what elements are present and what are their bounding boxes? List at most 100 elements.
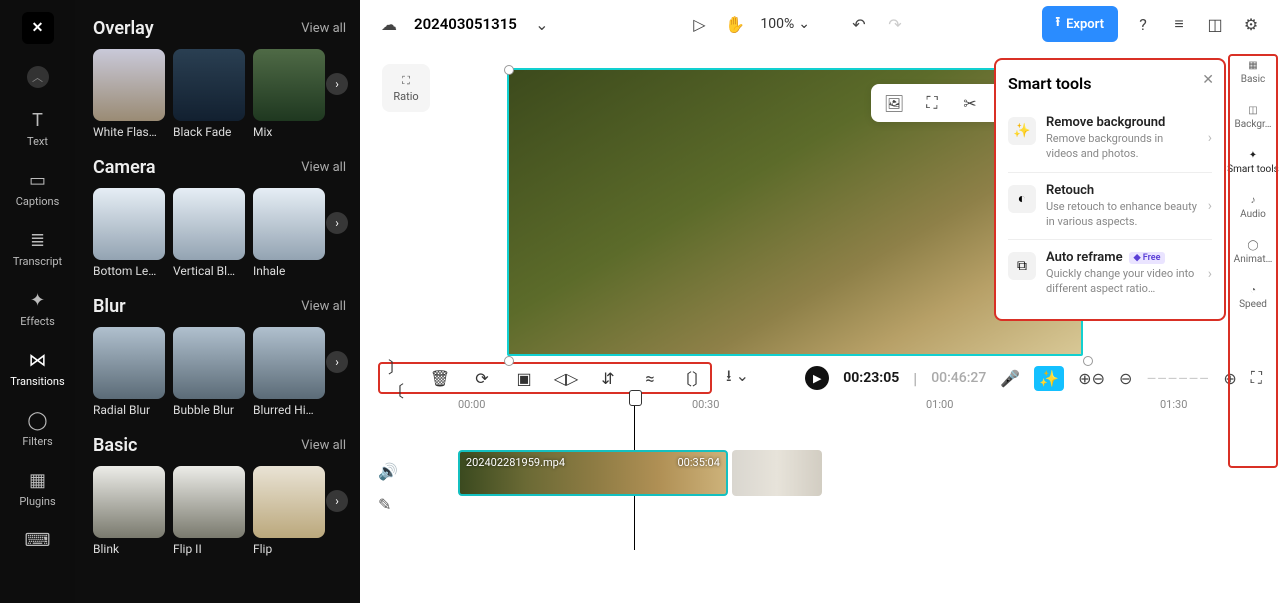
project-dropdown-icon[interactable]: ⌄: [531, 13, 553, 35]
adjustments-icon[interactable]: ≈: [640, 368, 660, 388]
rail-filters[interactable]: ◯Filters: [22, 410, 52, 448]
replace-media-icon[interactable]: 🖼: [883, 92, 905, 114]
mirror-icon[interactable]: ◁▷: [556, 368, 576, 388]
ruler-tick: 00:30: [692, 398, 719, 411]
fit-icon[interactable]: ⛶: [921, 92, 943, 114]
row-next-icon[interactable]: ›: [326, 490, 348, 512]
rr-speed[interactable]: ◔Speed: [1239, 285, 1267, 310]
view-all-basic[interactable]: View all: [301, 438, 346, 453]
rr-basic[interactable]: ▦Basic: [1241, 60, 1266, 85]
mute-track-icon[interactable]: 🔊: [378, 462, 398, 481]
split-screen-icon[interactable]: 〔〕: [682, 368, 702, 388]
close-icon[interactable]: ✕: [1202, 72, 1214, 88]
auto-reframe-icon: ⧉: [1008, 252, 1036, 280]
video-clip-2[interactable]: [732, 450, 822, 496]
download-icon[interactable]: ⭳ ⌄: [726, 365, 749, 392]
transitions-panel: OverlayView all › White Flas…Black FadeM…: [75, 0, 360, 603]
video-clip[interactable]: 202402281959.mp4 00:35:04: [458, 450, 728, 496]
ruler-tick: 01:00: [926, 398, 953, 411]
rail-keyboard[interactable]: ⌨: [25, 530, 51, 551]
rail-text[interactable]: TText: [27, 110, 48, 148]
zoom-in-icon[interactable]: ⊕: [1223, 369, 1236, 388]
layout-icon[interactable]: ◫: [1204, 13, 1226, 35]
free-badge: ◆ Free: [1129, 252, 1166, 264]
undo-icon[interactable]: ↶: [848, 13, 870, 35]
rr-smart-tools[interactable]: ✦Smart tools: [1227, 150, 1279, 175]
split-icon[interactable]: 〕〔: [388, 368, 408, 388]
rail-transcript[interactable]: ≣Transcript: [13, 230, 62, 268]
help-icon[interactable]: ?: [1132, 13, 1154, 35]
video-track[interactable]: 202402281959.mp4 00:35:04: [412, 450, 1262, 500]
section-title-camera: Camera: [93, 157, 156, 178]
row-next-icon[interactable]: ›: [326, 73, 348, 95]
timeline-ruler[interactable]: 00:00 00:30 01:00 01:30: [378, 398, 1262, 422]
transition-thumb[interactable]: [93, 327, 165, 399]
tool-retouch[interactable]: ◐ Retouch Use retouch to enhance beauty …: [1008, 172, 1212, 240]
project-title[interactable]: 202403051315: [414, 15, 517, 33]
transition-thumb[interactable]: [253, 466, 325, 538]
view-all-blur[interactable]: View all: [301, 299, 346, 314]
chevron-right-icon: ›: [1208, 198, 1212, 214]
time-total: 00:46:27: [931, 370, 986, 386]
flip-vertical-icon[interactable]: ⇵: [598, 368, 618, 388]
row-next-icon[interactable]: ›: [326, 351, 348, 373]
delete-icon[interactable]: 🗑: [430, 368, 450, 388]
transition-thumb[interactable]: [253, 49, 325, 121]
rr-audio[interactable]: ♪Audio: [1240, 195, 1266, 220]
transition-thumb[interactable]: [173, 188, 245, 260]
transition-thumb[interactable]: [173, 327, 245, 399]
ai-tool-icon[interactable]: ✨: [1034, 366, 1064, 391]
transition-thumb[interactable]: [93, 188, 165, 260]
row-next-icon[interactable]: ›: [326, 212, 348, 234]
transition-thumb[interactable]: [253, 327, 325, 399]
timeline-toolbar: 〕〔 🗑 ⟳ ▣ ◁▷ ⇵ ≈ 〔〕 ⭳ ⌄ ▶ 00:23:05 | 00:4…: [360, 356, 1280, 398]
zoom-out-icon[interactable]: ⊖: [1119, 369, 1132, 388]
view-all-overlay[interactable]: View all: [301, 21, 346, 36]
transition-thumb[interactable]: [173, 466, 245, 538]
transition-thumb[interactable]: [93, 49, 165, 121]
thumb-label: Flip II: [173, 542, 245, 556]
transition-thumb[interactable]: [173, 49, 245, 121]
rr-background[interactable]: ◫Backgr…: [1235, 105, 1272, 130]
cursor-tool-icon[interactable]: ▷: [688, 13, 710, 35]
crop-icon[interactable]: ✂: [959, 92, 981, 114]
edit-track-icon[interactable]: ✎: [378, 495, 398, 514]
tool-remove-background[interactable]: ✨ Remove background Remove backgrounds i…: [1008, 105, 1212, 172]
resize-handle[interactable]: [1083, 356, 1093, 366]
redo-icon[interactable]: ↷: [884, 13, 906, 35]
time-current: 00:23:05: [843, 370, 899, 386]
hand-tool-icon[interactable]: ✋: [724, 13, 746, 35]
rotate-icon[interactable]: ⟳: [472, 368, 492, 388]
cloud-icon[interactable]: ☁: [378, 13, 400, 35]
magnet-icon[interactable]: ⊕⊖: [1078, 369, 1105, 388]
crop-tool-icon[interactable]: ▣: [514, 368, 534, 388]
rail-captions[interactable]: ▭Captions: [16, 170, 60, 208]
chevron-right-icon: ›: [1208, 266, 1212, 282]
zoom-level[interactable]: 100% ⌄: [760, 16, 810, 32]
play-button[interactable]: ▶: [805, 366, 829, 390]
tool-auto-reframe[interactable]: ⧉ Auto reframe ◆ Free Quickly change you…: [1008, 239, 1212, 307]
layers-icon[interactable]: ≡: [1168, 13, 1190, 35]
rail-transitions[interactable]: ⋈Transitions: [10, 350, 64, 388]
resize-handle[interactable]: [504, 356, 514, 366]
collapse-up-icon[interactable]: ︿: [27, 66, 49, 88]
app-logo: ✕: [22, 12, 54, 44]
transition-thumb[interactable]: [253, 188, 325, 260]
ratio-button[interactable]: ⛶Ratio: [382, 64, 430, 112]
rail-plugins[interactable]: ▦Plugins: [19, 470, 55, 508]
export-button[interactable]: ⭱ Export: [1042, 6, 1119, 42]
mic-icon[interactable]: 🎤: [1000, 369, 1020, 388]
thumb-label: Bubble Blur: [173, 403, 245, 417]
view-all-camera[interactable]: View all: [301, 160, 346, 175]
thumb-label: Inhale: [253, 264, 325, 278]
resize-handle[interactable]: [504, 65, 514, 75]
rr-animation[interactable]: ◯Animat…: [1234, 240, 1273, 265]
clip-duration: 00:35:04: [678, 456, 720, 469]
rail-effects[interactable]: ✦Effects: [20, 290, 55, 328]
thumb-row-blur: ›: [93, 327, 346, 399]
transition-thumb[interactable]: [93, 466, 165, 538]
settings-icon[interactable]: ⚙: [1240, 13, 1262, 35]
smart-tools-popover: Smart tools ✕ ✨ Remove background Remove…: [994, 58, 1226, 321]
remove-bg-icon: ✨: [1008, 117, 1036, 145]
fit-timeline-icon[interactable]: ⛶: [1251, 368, 1262, 388]
